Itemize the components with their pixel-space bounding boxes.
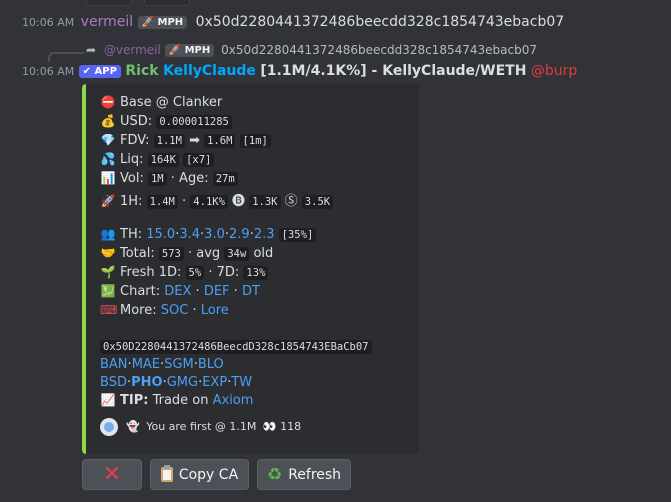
ghost-icon: 👻	[126, 420, 140, 433]
close-icon: ✕	[102, 461, 122, 487]
reply-preview[interactable]: ➦ @vermeil 🚀 MPH 0x50d2280441372486beecd…	[86, 43, 537, 57]
dex-link[interactable]: DEX	[164, 284, 191, 299]
message-text: 0x50d2280441372486beecdd328c1854743ebacb…	[195, 14, 565, 30]
holder-link[interactable]: 15.0	[146, 227, 175, 242]
droplets-icon: 💦	[100, 152, 116, 166]
timestamp: 10:06 AM	[22, 16, 75, 29]
recycle-icon: ♻	[266, 464, 283, 485]
bot-links-line-2: BSD·PHO·GMG·EXP·TW	[100, 375, 253, 390]
bsd-link[interactable]: BSD	[100, 375, 127, 390]
mae-link[interactable]: MAE	[132, 357, 160, 372]
bar-chart-icon: 📊	[100, 171, 116, 185]
vol-line: 📊 Vol: 1M · Age: 27m	[100, 171, 238, 186]
holder-link[interactable]: 2.3	[254, 227, 275, 242]
chart-icon: 💹	[100, 284, 116, 298]
clipboard-icon	[160, 465, 173, 482]
holder-link[interactable]: 2.9	[229, 227, 250, 242]
fdv-line: 💎 FDV: 1.1M ➡ 1.6M [1m]	[100, 133, 271, 148]
refresh-label: Refresh	[288, 466, 342, 483]
reply-connector	[48, 52, 84, 62]
mention-burp[interactable]: @burp	[531, 63, 577, 79]
holder-link[interactable]: 3.4	[179, 227, 200, 242]
token-summary: [1.1M/4.1K%] - KellyClaude/WETH	[260, 63, 527, 79]
axiom-link[interactable]: Axiom	[213, 393, 254, 408]
fresh-line: 🌱 Fresh 1D: 5% · 7D: 13%	[100, 265, 269, 280]
contract-line: 0x50D2280441372486BeecdD328c1854743EBaCb…	[100, 339, 372, 354]
pho-link[interactable]: PHO	[131, 375, 162, 390]
exp-link[interactable]: EXP	[202, 375, 227, 390]
eyes-icon: 👀	[262, 420, 277, 433]
keyboard-icon: ⌨	[100, 303, 118, 317]
token-link[interactable]: KellyClaude	[163, 63, 256, 79]
top-holders-line: 👥 TH: 15.0·3.4·3.0·2.9·2.3 [35%]	[100, 227, 317, 242]
message-rick-header: 10:06 AM ✔ APP Rick KellyClaude [1.1M/4.…	[22, 63, 577, 79]
embed-footer: 👻 You are first @ 1.1M 👀 118	[100, 418, 301, 436]
username-rick[interactable]: Rick	[125, 63, 158, 79]
def-link[interactable]: DEF	[204, 284, 230, 299]
seedling-icon: 🌱	[100, 265, 116, 279]
reply-username[interactable]: @vermeil	[104, 43, 161, 57]
money-bag-icon: 💰	[100, 114, 116, 128]
buy-icon: 🅑	[232, 194, 246, 209]
soc-link[interactable]: SOC	[161, 303, 189, 318]
copy-ca-label: Copy CA	[178, 466, 239, 483]
username-vermeil[interactable]: vermeil	[81, 14, 133, 30]
handshake-icon: 🤝	[100, 246, 116, 260]
app-badge: ✔ APP	[78, 65, 121, 78]
chain-line: ⛔ Base @ Clanker	[100, 95, 223, 110]
reply-text: 0x50d2280441372486beecdd328c1854743ebacb…	[221, 43, 537, 57]
arrow-right-icon: ➡	[189, 133, 200, 148]
bot-avatar	[100, 418, 118, 436]
users-icon: 👥	[100, 227, 116, 241]
refresh-button[interactable]: ♻ Refresh	[257, 459, 351, 490]
no-entry-icon: ⛔	[100, 95, 116, 109]
reply-arrow-icon: ➦	[86, 43, 97, 57]
total-holders-line: 🤝 Total: 573 · avg 34w old	[100, 246, 274, 261]
lore-link[interactable]: Lore	[201, 303, 229, 318]
message-vermeil: 10:06 AM vermeil 🚀 MPH 0x50d228044137248…	[22, 14, 564, 30]
tw-link[interactable]: TW	[231, 375, 252, 390]
rocket-icon: 🚀	[168, 45, 182, 56]
previous-button-stub[interactable]	[86, 0, 132, 6]
chart-line: 💹 Chart: DEX · DEF · DT	[100, 284, 260, 299]
rocket-icon: 🚀	[141, 17, 155, 28]
previous-button-stub[interactable]	[144, 0, 190, 6]
bot-links-line-1: BAN·MAE·SGM·BLO	[100, 357, 224, 372]
hour-line: 🚀 1H: 1.4M · 4.1K% 🅑 1.3K Ⓢ 3.5K	[100, 190, 334, 209]
timestamp: 10:06 AM	[22, 65, 75, 78]
blo-link[interactable]: BLO	[198, 357, 224, 372]
ban-link[interactable]: BAN	[100, 357, 128, 372]
usd-line: 💰 USD: 0.000011285	[100, 114, 232, 129]
sell-icon: Ⓢ	[284, 194, 298, 209]
contract-address[interactable]: 0x50D2280441372486BeecdD328c1854743EBaCb…	[100, 340, 372, 354]
role-badge: 🚀 MPH	[137, 16, 188, 29]
dt-link[interactable]: DT	[242, 284, 260, 299]
rocket-icon: 🚀	[100, 194, 116, 208]
more-line: ⌨ More: SOC · Lore	[100, 303, 229, 318]
diamond-icon: 💎	[100, 133, 116, 147]
copy-ca-button[interactable]: Copy CA	[150, 459, 249, 490]
tip-line: 📈 TIP: Trade on Axiom	[100, 393, 254, 408]
sgm-link[interactable]: SGM	[164, 357, 194, 372]
gmg-link[interactable]: GMG	[167, 375, 198, 390]
holder-link[interactable]: 3.0	[204, 227, 225, 242]
close-button[interactable]: ✕	[82, 459, 142, 490]
liq-line: 💦 Liq: 164K [x7]	[100, 152, 215, 167]
token-embed: ⛔ Base @ Clanker 💰 USD: 0.000011285 💎 FDV: …	[82, 84, 419, 454]
role-badge: 🚀 MPH	[164, 44, 215, 57]
trending-chart-icon: 📈	[100, 393, 116, 407]
